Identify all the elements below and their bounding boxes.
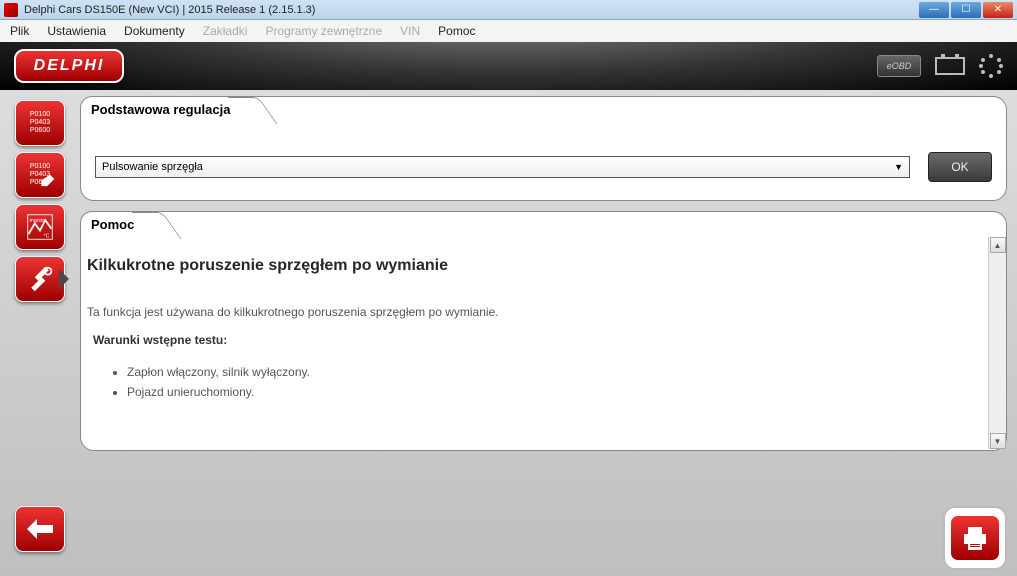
- window-titlebar: Delphi Cars DS150E (New VCI) | 2015 Rele…: [0, 0, 1017, 20]
- delphi-logo: DELPHI: [14, 49, 124, 83]
- minimize-button[interactable]: —: [919, 2, 949, 18]
- tools-icon: [26, 265, 54, 293]
- print-button[interactable]: [950, 515, 1000, 561]
- print-button-frame: [943, 506, 1007, 570]
- close-button[interactable]: ✕: [983, 2, 1013, 18]
- svg-text:°C: °C: [44, 234, 50, 240]
- help-panel-title: Pomoc: [80, 211, 151, 237]
- menu-plik[interactable]: Plik: [10, 24, 29, 38]
- eobd-indicator[interactable]: eOBD: [877, 55, 921, 77]
- app-icon: [4, 3, 18, 17]
- maximize-button[interactable]: ☐: [951, 2, 981, 18]
- connection-spinner-icon: [979, 54, 1003, 78]
- sidebar-live-data[interactable]: mg/str °C: [15, 204, 65, 250]
- help-heading: Kilkukrotne poruszenie sprzęgłem po wymi…: [87, 257, 978, 275]
- menu-pomoc[interactable]: Pomoc: [438, 24, 475, 38]
- chevron-down-icon: ▼: [894, 162, 903, 172]
- regulation-panel-title: Podstawowa regulacja: [80, 96, 247, 122]
- menu-vin[interactable]: VIN: [400, 24, 420, 38]
- help-preconditions-title: Warunki wstępne testu:: [93, 333, 978, 347]
- dropdown-value: Pulsowanie sprzęgła: [102, 161, 203, 173]
- menu-programy[interactable]: Programy zewnętrzne: [265, 24, 382, 38]
- help-panel: Pomoc Kilkukrotne poruszenie sprzęgłem p…: [80, 211, 1007, 451]
- printer-icon: [960, 524, 990, 552]
- sidebar: P0100 P0403 P0600 P0100 P0403 P060 mg/st…: [0, 90, 80, 576]
- window-title: Delphi Cars DS150E (New VCI) | 2015 Rele…: [24, 4, 919, 16]
- menu-zakladki[interactable]: Zakładki: [203, 24, 248, 38]
- help-preconditions-list: Zapłon włączony, silnik wyłączony. Pojaz…: [127, 365, 978, 399]
- regulation-panel: Podstawowa regulacja Pulsowanie sprzęgła…: [80, 96, 1007, 201]
- back-button[interactable]: [15, 506, 65, 552]
- list-item: Zapłon włączony, silnik wyłączony.: [127, 365, 978, 379]
- scroll-down-icon[interactable]: ▼: [990, 433, 1006, 449]
- help-scrollbar[interactable]: ▲ ▼: [988, 237, 1006, 449]
- ok-button[interactable]: OK: [928, 152, 992, 182]
- regulation-dropdown[interactable]: Pulsowanie sprzęgła ▼: [95, 156, 910, 178]
- sidebar-adjustments[interactable]: [15, 256, 65, 302]
- help-description: Ta funkcja jest używana do kilkukrotnego…: [87, 305, 978, 319]
- fault-codes-icon: P0100 P0403 P0600: [30, 111, 50, 135]
- graph-icon: mg/str °C: [26, 213, 54, 241]
- battery-icon: [935, 57, 965, 75]
- scroll-up-icon[interactable]: ▲: [990, 237, 1006, 253]
- sidebar-erase-codes[interactable]: P0100 P0403 P060: [15, 152, 65, 198]
- menu-dokumenty[interactable]: Dokumenty: [124, 24, 185, 38]
- brand-strip: DELPHI eOBD: [0, 42, 1017, 90]
- sidebar-fault-codes[interactable]: P0100 P0403 P0600: [15, 100, 65, 146]
- menu-ustawienia[interactable]: Ustawienia: [47, 24, 106, 38]
- list-item: Pojazd unieruchomiony.: [127, 385, 978, 399]
- svg-text:mg/str: mg/str: [30, 218, 45, 224]
- eraser-icon: [38, 173, 56, 191]
- menu-bar: Plik Ustawienia Dokumenty Zakładki Progr…: [0, 20, 1017, 42]
- arrow-left-icon: [25, 517, 55, 541]
